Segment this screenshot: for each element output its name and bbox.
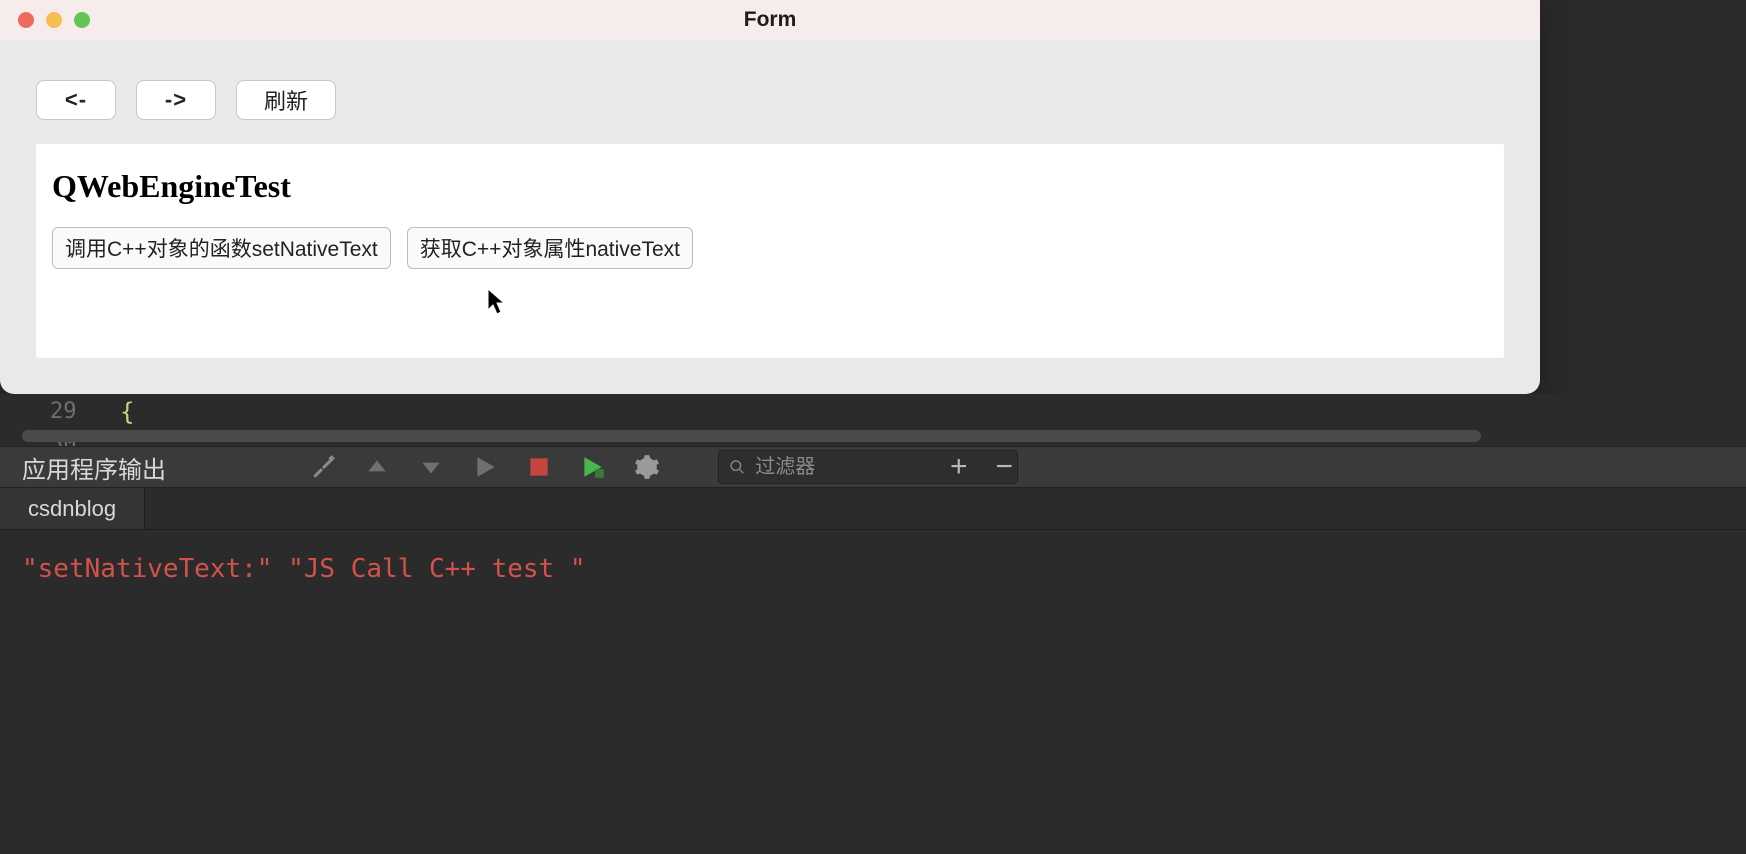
- code-line: {: [120, 396, 134, 428]
- output-panel-title: 应用程序输出: [0, 450, 166, 485]
- run-debug-icon[interactable]: [580, 454, 606, 480]
- set-native-text-button[interactable]: 调用C++对象的函数setNativeText: [52, 227, 391, 269]
- attach-icon[interactable]: [310, 454, 336, 480]
- next-icon[interactable]: [418, 454, 444, 480]
- output-tabbar: csdnblog: [0, 488, 1746, 530]
- ide-pane: 29 30 { 应用程序输出: [0, 394, 1746, 854]
- search-icon: [729, 458, 745, 476]
- form-window: Form <- -> 刷新 QWebEngineTest 调用C++对象的函数s…: [0, 0, 1540, 394]
- output-tab-csdnblog[interactable]: csdnblog: [0, 488, 145, 529]
- webview-pane: QWebEngineTest 调用C++对象的函数setNativeText 获…: [36, 144, 1504, 358]
- get-native-text-button[interactable]: 获取C++对象属性nativeText: [407, 227, 693, 269]
- console-output: "setNativeText:" "JS Call C++ test ": [22, 554, 586, 584]
- window-titlebar: Form: [0, 0, 1540, 40]
- minimize-window-button[interactable]: [46, 12, 62, 28]
- traffic-lights: [0, 12, 90, 28]
- close-window-button[interactable]: [18, 12, 34, 28]
- output-panel-header: 应用程序输出: [0, 446, 1746, 488]
- browser-toolbar: <- -> 刷新: [0, 40, 1540, 120]
- page-heading: QWebEngineTest: [52, 168, 1488, 205]
- back-button[interactable]: <-: [36, 80, 116, 120]
- horizontal-scrollbar[interactable]: [22, 430, 1481, 442]
- window-title: Form: [0, 8, 1540, 32]
- settings-icon[interactable]: [634, 454, 660, 480]
- add-pane-icon[interactable]: +: [950, 452, 968, 482]
- line-number: 29: [50, 396, 77, 428]
- maximize-window-button[interactable]: [74, 12, 90, 28]
- code-area[interactable]: {: [120, 396, 134, 428]
- stop-icon[interactable]: [526, 454, 552, 480]
- previous-icon[interactable]: [364, 454, 390, 480]
- remove-pane-icon[interactable]: −: [996, 452, 1014, 482]
- run-icon[interactable]: [472, 454, 498, 480]
- forward-button[interactable]: ->: [136, 80, 216, 120]
- refresh-button[interactable]: 刷新: [236, 80, 336, 120]
